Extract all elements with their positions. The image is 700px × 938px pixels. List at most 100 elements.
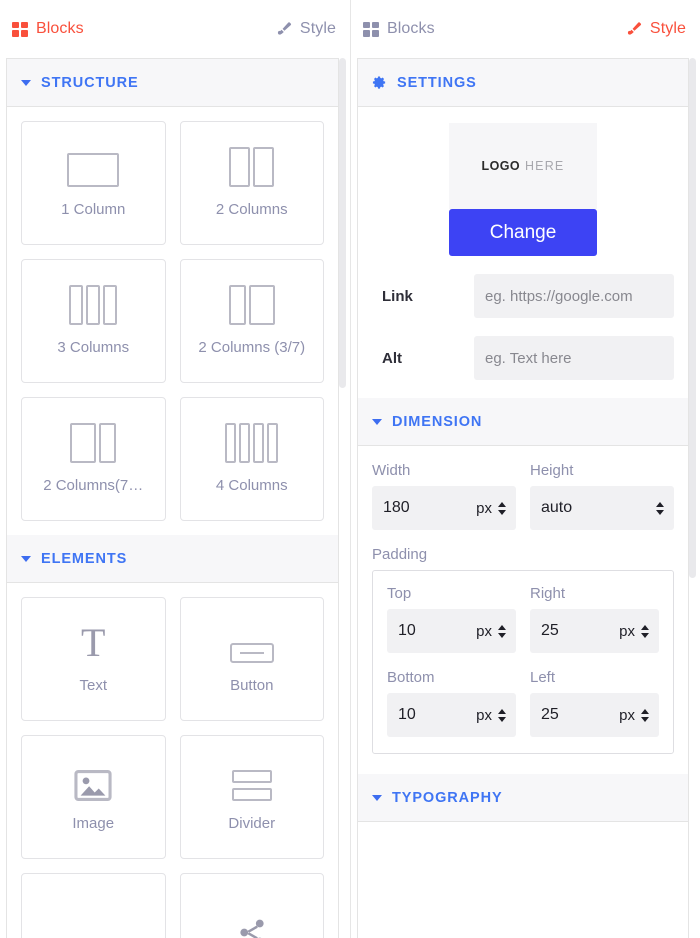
chevron-down-icon bbox=[372, 419, 382, 425]
left-panel-scroll-thumb[interactable] bbox=[339, 58, 346, 388]
link-input[interactable] bbox=[474, 274, 674, 318]
padding-left-unit[interactable]: px bbox=[619, 707, 635, 724]
blocks-grid-icon bbox=[363, 22, 379, 37]
chevron-down-icon bbox=[21, 80, 31, 86]
section-header-elements[interactable]: ELEMENTS bbox=[7, 535, 338, 583]
padding-left-field: Left 25 px bbox=[530, 669, 659, 737]
block-card-image[interactable]: Image bbox=[21, 735, 166, 859]
block-card-label: 1 Column bbox=[61, 201, 125, 220]
block-card-label: 2 Columns bbox=[216, 201, 288, 220]
elements-block-grid: T Text Button bbox=[7, 583, 338, 938]
padding-right-unit[interactable]: px bbox=[619, 623, 635, 640]
one-column-icon bbox=[67, 147, 119, 187]
block-card-3-columns[interactable]: 3 Columns bbox=[21, 259, 166, 383]
block-card-1-column[interactable]: 1 Column bbox=[21, 121, 166, 245]
block-card-label: 2 Columns (3/7) bbox=[198, 339, 305, 358]
right-panel-scrollbar[interactable] bbox=[691, 58, 698, 938]
height-label: Height bbox=[530, 462, 674, 479]
padding-left-label: Left bbox=[530, 669, 659, 686]
button-icon bbox=[230, 623, 274, 663]
block-card-button[interactable]: Button bbox=[180, 597, 325, 721]
tab-blocks-left[interactable]: Blocks bbox=[12, 20, 84, 38]
link-field-row: Link bbox=[372, 274, 674, 318]
brush-icon bbox=[624, 21, 642, 38]
padding-bottom-stepper-arrows[interactable] bbox=[498, 709, 507, 722]
right-panel-tabbar: Blocks Style bbox=[351, 0, 700, 58]
block-card-social-share[interactable] bbox=[180, 873, 325, 938]
block-card-label: 2 Columns(7… bbox=[43, 477, 143, 496]
padding-bottom-stepper[interactable]: 10 px bbox=[387, 693, 516, 737]
height-stepper-arrows[interactable] bbox=[656, 502, 665, 515]
settings-body: LOGO HERE Change Link Alt bbox=[358, 107, 688, 398]
block-card-2-columns-7-3[interactable]: 2 Columns(7… bbox=[21, 397, 166, 521]
right-panel-inner: SETTINGS LOGO HERE Change Link bbox=[357, 58, 689, 938]
block-card-label: 4 Columns bbox=[216, 477, 288, 496]
four-columns-icon bbox=[225, 423, 278, 463]
right-panel-scroll-thumb[interactable] bbox=[689, 58, 696, 578]
tab-blocks-right-label: Blocks bbox=[387, 20, 435, 38]
width-label: Width bbox=[372, 462, 516, 479]
chevron-down-icon bbox=[372, 795, 382, 801]
padding-bottom-left-row: Bottom 10 px bbox=[387, 669, 659, 737]
padding-top-stepper[interactable]: 10 px bbox=[387, 609, 516, 653]
padding-right-field: Right 25 px bbox=[530, 585, 659, 653]
padding-left-stepper-arrows[interactable] bbox=[641, 709, 650, 722]
padding-left-value[interactable]: 25 bbox=[541, 706, 613, 724]
padding-top-stepper-arrows[interactable] bbox=[498, 625, 507, 638]
section-header-structure[interactable]: STRUCTURE bbox=[7, 59, 338, 107]
image-icon bbox=[74, 761, 112, 801]
width-stepper-arrows[interactable] bbox=[498, 502, 507, 515]
alt-field-row: Alt bbox=[372, 336, 674, 380]
block-card-text[interactable]: T Text bbox=[21, 597, 166, 721]
height-value[interactable]: auto bbox=[541, 499, 644, 517]
padding-group: Padding Top 10 px bbox=[372, 546, 674, 754]
alt-field-label: Alt bbox=[372, 350, 464, 367]
block-card-divider[interactable]: Divider bbox=[180, 735, 325, 859]
tab-blocks-right[interactable]: Blocks bbox=[363, 20, 435, 38]
change-image-button[interactable]: Change bbox=[449, 209, 597, 256]
divider-icon bbox=[232, 761, 272, 801]
padding-left-stepper[interactable]: 25 px bbox=[530, 693, 659, 737]
left-panel-tabbar: Blocks Style bbox=[0, 0, 350, 58]
padding-top-label: Top bbox=[387, 585, 516, 602]
padding-label: Padding bbox=[372, 546, 674, 563]
logo-preview-light-text: HERE bbox=[525, 159, 565, 173]
tab-style-left[interactable]: Style bbox=[274, 20, 336, 38]
padding-right-value[interactable]: 25 bbox=[541, 622, 613, 640]
gear-icon bbox=[372, 75, 387, 90]
height-stepper[interactable]: auto bbox=[530, 486, 674, 530]
padding-bottom-value[interactable]: 10 bbox=[398, 706, 470, 724]
chevron-down-icon bbox=[21, 556, 31, 562]
block-card-4-columns[interactable]: 4 Columns bbox=[180, 397, 325, 521]
block-card-blank[interactable] bbox=[21, 873, 166, 938]
section-title-elements: ELEMENTS bbox=[41, 551, 127, 567]
width-unit[interactable]: px bbox=[476, 500, 492, 517]
padding-right-stepper[interactable]: 25 px bbox=[530, 609, 659, 653]
left-panel-scrollbar[interactable] bbox=[341, 58, 348, 938]
tab-style-right[interactable]: Style bbox=[624, 20, 686, 38]
section-header-dimension[interactable]: DIMENSION bbox=[358, 398, 688, 446]
alt-input[interactable] bbox=[474, 336, 674, 380]
two-columns-37-icon bbox=[229, 285, 275, 325]
block-card-2-columns-3-7[interactable]: 2 Columns (3/7) bbox=[180, 259, 325, 383]
block-card-label: 3 Columns bbox=[57, 339, 129, 358]
width-value[interactable]: 180 bbox=[383, 499, 470, 517]
logo-upload-group: LOGO HERE Change bbox=[372, 123, 674, 256]
block-card-2-columns[interactable]: 2 Columns bbox=[180, 121, 325, 245]
padding-right-stepper-arrows[interactable] bbox=[641, 625, 650, 638]
width-stepper[interactable]: 180 px bbox=[372, 486, 516, 530]
left-panel-body: STRUCTURE 1 Column 2 Columns bbox=[0, 58, 350, 938]
section-header-typography[interactable]: TYPOGRAPHY bbox=[358, 774, 688, 822]
share-icon bbox=[235, 908, 269, 938]
dimension-body: Width 180 px Height bbox=[358, 446, 688, 774]
padding-top-right-row: Top 10 px bbox=[387, 585, 659, 653]
two-columns-73-icon bbox=[70, 423, 116, 463]
padding-right-label: Right bbox=[530, 585, 659, 602]
padding-bottom-unit[interactable]: px bbox=[476, 707, 492, 724]
section-header-settings[interactable]: SETTINGS bbox=[358, 59, 688, 107]
logo-preview[interactable]: LOGO HERE bbox=[449, 123, 597, 209]
padding-top-value[interactable]: 10 bbox=[398, 622, 470, 640]
three-columns-icon bbox=[69, 285, 117, 325]
padding-top-unit[interactable]: px bbox=[476, 623, 492, 640]
padding-bottom-field: Bottom 10 px bbox=[387, 669, 516, 737]
